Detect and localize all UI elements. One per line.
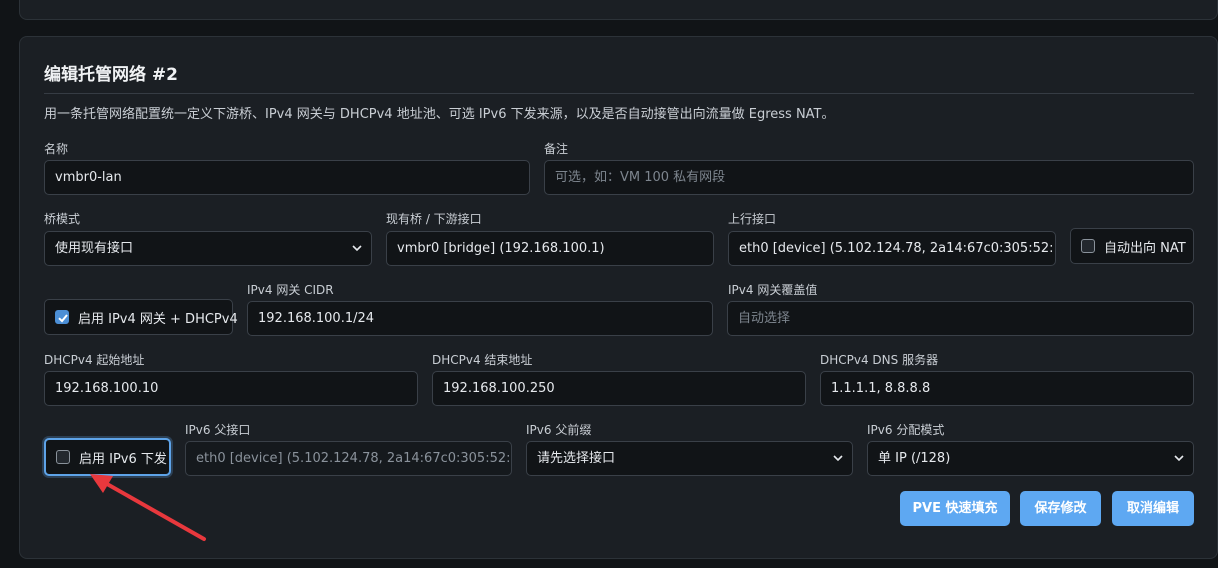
previous-card — [19, 0, 1218, 20]
dhcp-end-label: DHCPv4 结束地址 — [432, 353, 533, 367]
divider — [44, 93, 1194, 94]
dhcp-start-label: DHCPv4 起始地址 — [44, 353, 145, 367]
auto-nat-label: 自动出向 NAT — [1104, 240, 1186, 256]
dhcp-start-input[interactable]: 192.168.100.10 — [44, 371, 418, 406]
ipv4-enable-toggle[interactable]: 启用 IPv4 网关 + DHCPv4 — [44, 299, 238, 335]
uplink-input[interactable]: eth0 [device] (5.102.124.78, 2a14:67c0:3… — [728, 231, 1056, 266]
ipv6-enable-label: 启用 IPv6 下发 — [79, 451, 167, 467]
ipv4-enable-checkbox[interactable] — [55, 310, 69, 324]
ipv6-mode-label: IPv6 分配模式 — [867, 423, 945, 437]
ipv6-enable-checkbox[interactable] — [56, 450, 70, 464]
ipv4-enable-label: 启用 IPv4 网关 + DHCPv4 — [78, 311, 238, 327]
ipv6-enable-toggle[interactable]: 启用 IPv6 下发 — [44, 438, 171, 476]
bridge-mode-value: 使用现有接口 — [55, 241, 134, 256]
note-input[interactable]: 可选，如：VM 100 私有网段 — [544, 160, 1194, 195]
pve-fill-button[interactable]: PVE 快速填充 — [900, 491, 1010, 526]
ipv6-parent-prefix-label: IPv6 父前缀 — [526, 423, 592, 437]
uplink-label: 上行接口 — [728, 212, 777, 226]
ipv4-override-label: IPv4 网关覆盖值 — [728, 283, 818, 297]
dhcp-end-input[interactable]: 192.168.100.250 — [432, 371, 806, 406]
section-description: 用一条托管网络配置统一定义下游桥、IPv4 网关与 DHCPv4 地址池、可选 … — [44, 107, 835, 122]
chevron-down-icon — [1174, 455, 1184, 462]
ipv6-parent-prefix-value: 请先选择接口 — [537, 451, 616, 466]
note-label: 备注 — [544, 142, 569, 156]
ipv6-mode-select[interactable]: 单 IP (/128) — [867, 441, 1194, 476]
ipv6-parent-prefix-select[interactable]: 请先选择接口 — [526, 441, 853, 476]
auto-nat-checkbox[interactable] — [1081, 239, 1095, 253]
ipv6-parent-iface-input[interactable]: eth0 [device] (5.102.124.78, 2a14:67c0:3… — [185, 441, 512, 476]
bridge-mode-select[interactable]: 使用现有接口 — [44, 231, 372, 266]
name-label: 名称 — [44, 142, 69, 156]
ipv4-cidr-label: IPv4 网关 CIDR — [247, 283, 334, 297]
bridge-iface-label: 现有桥 / 下游接口 — [386, 212, 482, 226]
auto-nat-toggle[interactable]: 自动出向 NAT — [1070, 228, 1194, 264]
check-icon — [58, 314, 68, 323]
chevron-down-icon — [833, 455, 843, 462]
bridge-iface-input[interactable]: vmbr0 [bridge] (192.168.100.1) — [386, 231, 714, 266]
ipv6-parent-iface-label: IPv6 父接口 — [185, 423, 251, 437]
ipv4-override-input[interactable]: 自动选择 — [727, 301, 1194, 336]
save-button[interactable]: 保存修改 — [1020, 491, 1101, 526]
dhcp-dns-label: DHCPv4 DNS 服务器 — [820, 353, 939, 367]
ipv6-mode-value: 单 IP (/128) — [878, 451, 951, 466]
name-input[interactable]: vmbr0-lan — [44, 160, 530, 195]
page-title: 编辑托管网络 #2 — [44, 65, 178, 85]
cancel-button[interactable]: 取消编辑 — [1112, 491, 1194, 526]
chevron-down-icon — [352, 245, 362, 252]
dhcp-dns-input[interactable]: 1.1.1.1, 8.8.8.8 — [820, 371, 1194, 406]
ipv4-cidr-input[interactable]: 192.168.100.1/24 — [247, 301, 713, 336]
bridge-mode-label: 桥模式 — [44, 212, 81, 226]
